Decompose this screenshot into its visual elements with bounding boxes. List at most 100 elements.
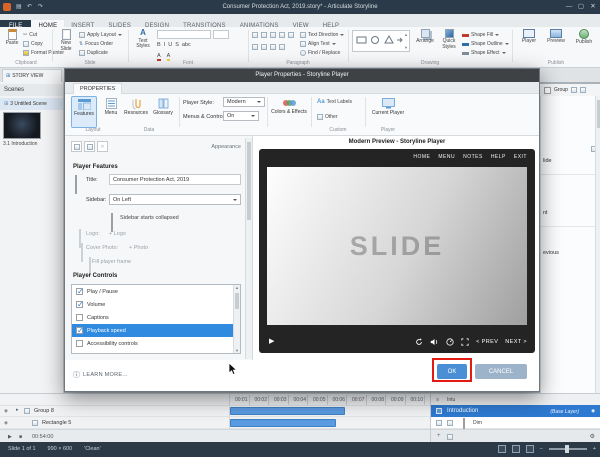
- new-layer-icon[interactable]: [436, 420, 442, 426]
- eye-icon[interactable]: ◉: [4, 420, 8, 426]
- scroll-up-icon[interactable]: ▲: [235, 285, 239, 290]
- gear-icon[interactable]: ⚙: [590, 433, 595, 440]
- view-fit-icon[interactable]: [525, 445, 534, 453]
- paste-button[interactable]: Paste: [3, 29, 21, 47]
- player-menu-item[interactable]: MENU: [438, 154, 455, 160]
- new-player-button[interactable]: [71, 141, 82, 152]
- control-row-captions[interactable]: Captions: [72, 311, 240, 324]
- maximize-button[interactable]: ▢: [576, 3, 586, 11]
- text-labels-button[interactable]: Aa Text Labels: [317, 99, 352, 105]
- accessibility-checkbox[interactable]: [76, 340, 83, 347]
- replay-icon[interactable]: [415, 338, 423, 346]
- list-scrollbar[interactable]: ▲ ▼: [233, 285, 240, 353]
- view-slide-icon[interactable]: [511, 445, 520, 453]
- control-row-playback-speed[interactable]: Playback speed: [72, 324, 240, 337]
- font-style-button[interactable]: B: [157, 42, 161, 48]
- align-left-icon[interactable]: [252, 44, 258, 50]
- dialog-titlebar[interactable]: Player Properties - Storyline Player: [65, 69, 539, 82]
- shape-outline-button[interactable]: Shape Outline: [462, 41, 509, 47]
- prev-button[interactable]: < PREV: [476, 339, 498, 345]
- font-style-button[interactable]: S: [175, 42, 179, 48]
- bullets-icon[interactable]: [252, 32, 258, 38]
- cover-photo-checkbox[interactable]: [81, 243, 83, 262]
- publish-button[interactable]: Publish: [571, 29, 597, 46]
- shape-effect-button[interactable]: Shape Effect: [462, 50, 506, 56]
- duplicate-layer-icon[interactable]: [447, 420, 453, 426]
- cancel-button[interactable]: CANCEL: [475, 364, 527, 379]
- font-size-select[interactable]: [213, 30, 229, 39]
- view-story-icon[interactable]: [497, 445, 506, 453]
- base-layer-row[interactable]: Introduction (Base Layer) ◉: [431, 405, 600, 417]
- glossary-button[interactable]: Glossary: [151, 96, 175, 128]
- scene-list-item[interactable]: ⊞ 3 Untitled Scene: [0, 98, 63, 110]
- font-style-button[interactable]: abc: [182, 42, 191, 48]
- align-center-icon[interactable]: [261, 44, 267, 50]
- justify-icon[interactable]: [279, 44, 285, 50]
- find-replace-button[interactable]: Find / Replace: [300, 50, 340, 56]
- cover-photo-add-link[interactable]: + Photo: [129, 245, 148, 252]
- control-row-accessibility[interactable]: Accessibility controls: [72, 337, 240, 350]
- player-menu-item[interactable]: HELP: [491, 154, 506, 160]
- scrollbar-thumb[interactable]: [596, 100, 600, 128]
- open-player-button[interactable]: [84, 141, 95, 152]
- playback-speed-icon[interactable]: [446, 338, 454, 346]
- timeline-object-bar[interactable]: [230, 407, 345, 415]
- sidebar-select[interactable]: On Left: [109, 194, 241, 205]
- control-row-volume[interactable]: Volume: [72, 298, 240, 311]
- expander-icon[interactable]: ▸: [16, 407, 19, 413]
- eye-icon[interactable]: ◉: [4, 408, 8, 414]
- scrollbar-thumb[interactable]: [247, 142, 251, 220]
- panel-icon[interactable]: [579, 87, 586, 93]
- volume-checkbox[interactable]: [76, 300, 84, 309]
- apply-layout-button[interactable]: Apply Layout: [79, 32, 122, 38]
- align-right-icon[interactable]: [270, 44, 276, 50]
- line-spacing-icon[interactable]: [288, 32, 294, 38]
- tab-properties[interactable]: PROPERTIES: [73, 83, 123, 94]
- control-row-play-pause[interactable]: Play / Pause: [72, 285, 240, 298]
- menus-controls-select[interactable]: On: [223, 111, 259, 121]
- captions-checkbox[interactable]: [76, 314, 83, 321]
- panel-icon[interactable]: [570, 87, 577, 93]
- shapes-gallery[interactable]: ▲ ▼: [352, 30, 410, 52]
- timeline-object-bar[interactable]: [230, 419, 336, 427]
- preview-play-button[interactable]: ▶: [269, 337, 274, 345]
- playback-speed-checkbox[interactable]: [76, 326, 84, 335]
- group-checkbox[interactable]: [544, 86, 551, 94]
- timeline-row[interactable]: ◉ ▸ Group 8: [0, 405, 430, 417]
- timeline-stop-button[interactable]: ■: [19, 434, 22, 440]
- font-style-button[interactable]: U: [168, 42, 172, 48]
- title-checkbox[interactable]: [75, 175, 77, 194]
- zoom-slider-thumb[interactable]: [564, 445, 569, 453]
- scroll-down-icon[interactable]: ▼: [235, 348, 239, 353]
- zoom-out-button[interactable]: −: [540, 446, 543, 452]
- fullscreen-icon[interactable]: [461, 338, 469, 346]
- copy-layer-button[interactable]: [447, 434, 453, 440]
- panel-scrollbar[interactable]: [595, 96, 600, 393]
- timeline-row[interactable]: ◉ Rectangle 5: [0, 417, 430, 429]
- font-style-buttons[interactable]: B I U Sabc: [157, 42, 194, 48]
- player-menu-item[interactable]: EXIT: [514, 154, 527, 160]
- player-menu[interactable]: HOME MENU NOTES HELP EXIT: [405, 154, 527, 160]
- learn-more-link[interactable]: ⓘ LEARN MORE...: [73, 370, 128, 380]
- timeline-ruler[interactable]: 00:01 00:02 00:03 00:04 00:05 00:06 00:07 00:08…: [230, 394, 430, 405]
- gallery-up-icon[interactable]: ▲: [404, 32, 408, 37]
- arrange-button[interactable]: Arrange: [414, 29, 436, 45]
- quick-styles-button[interactable]: Quick Styles: [438, 29, 460, 50]
- focus-order-button[interactable]: ⇅ Focus Order: [79, 41, 113, 47]
- title-input[interactable]: [109, 174, 241, 185]
- indent-decrease-icon[interactable]: [270, 32, 276, 38]
- close-button[interactable]: ✕: [588, 3, 598, 11]
- numbering-icon[interactable]: [261, 32, 267, 38]
- timeline-play-button[interactable]: ▶: [8, 434, 12, 440]
- player-menu-item[interactable]: HOME: [413, 154, 430, 160]
- cut-button[interactable]: ✂ Cut: [23, 32, 37, 38]
- pane-scrollbar[interactable]: [245, 138, 252, 359]
- tab-story-view[interactable]: ⊞ STORY VIEW: [2, 69, 62, 82]
- colors-effects-button[interactable]: Colors & Effects: [271, 96, 307, 128]
- add-layer-button[interactable]: +: [437, 433, 441, 439]
- next-button[interactable]: NEXT >: [505, 339, 527, 345]
- eye-icon[interactable]: ◉: [591, 408, 595, 414]
- text-styles-button[interactable]: A Text Styles: [132, 28, 154, 50]
- duplicate-button[interactable]: Duplicate: [79, 50, 108, 56]
- text-direction-button[interactable]: Text Direction: [300, 32, 345, 38]
